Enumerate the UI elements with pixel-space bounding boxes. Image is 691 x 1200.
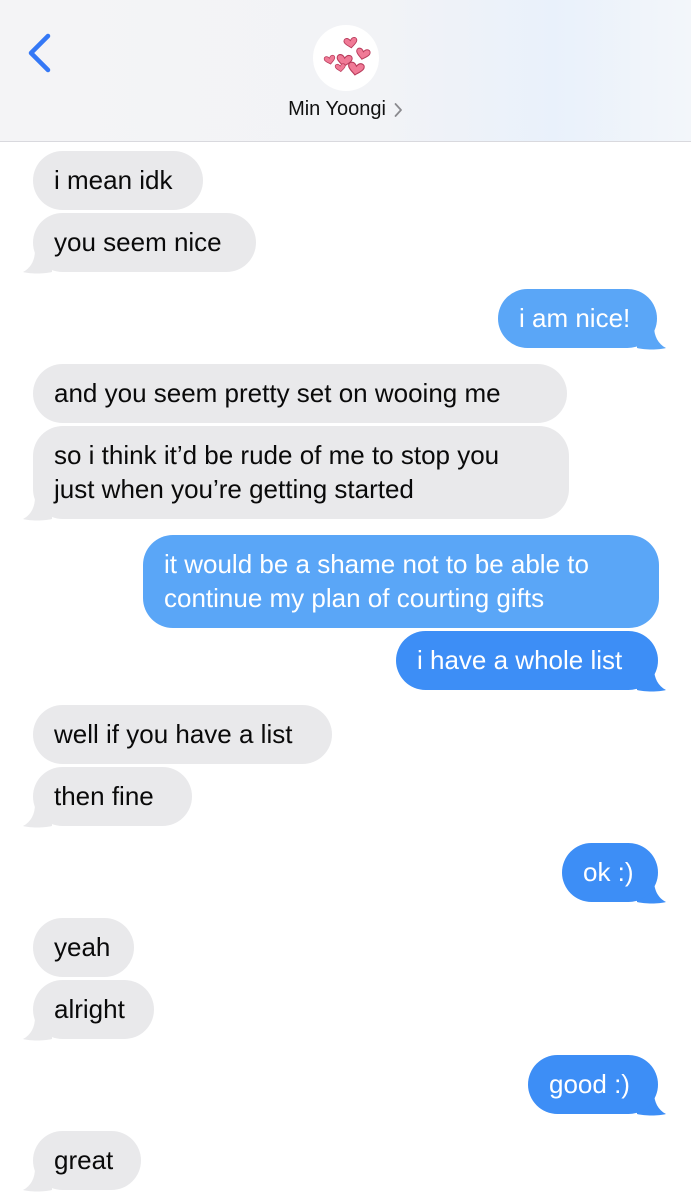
- hearts-avatar-icon: [323, 36, 372, 77]
- received-message-bubble[interactable]: i mean idk: [33, 151, 203, 210]
- contact-avatar[interactable]: [313, 25, 379, 91]
- contact-name: Min Yoongi: [288, 98, 386, 120]
- chevron-right-icon: [394, 102, 402, 117]
- conversation-header: Min Yoongi: [0, 0, 691, 142]
- sent-message-bubble[interactable]: ok :): [562, 843, 658, 902]
- received-message-bubble[interactable]: well if you have a list: [33, 705, 332, 764]
- received-message-bubble[interactable]: alright: [33, 980, 154, 1039]
- received-message-bubble[interactable]: you seem nice: [33, 213, 256, 272]
- sent-message-bubble[interactable]: it would be a shame not to be able to co…: [143, 535, 659, 628]
- received-message-bubble[interactable]: so i think it’d be rude of me to stop yo…: [33, 426, 569, 519]
- sent-message-bubble[interactable]: i have a whole list: [396, 631, 658, 690]
- received-message-bubble[interactable]: yeah: [33, 918, 134, 977]
- received-message-bubble[interactable]: and you seem pretty set on wooing me: [33, 364, 567, 423]
- sent-message-bubble[interactable]: i am nice!: [498, 289, 657, 348]
- sent-message-bubble[interactable]: good :): [528, 1055, 658, 1114]
- received-message-bubble[interactable]: great: [33, 1131, 141, 1190]
- contact-name-button[interactable]: Min Yoongi: [0, 98, 691, 121]
- messages-screen: Min Yoongi i mean idk you seem nice i am…: [0, 0, 691, 1200]
- back-chevron-icon[interactable]: [20, 30, 60, 76]
- received-message-bubble[interactable]: then fine: [33, 767, 192, 826]
